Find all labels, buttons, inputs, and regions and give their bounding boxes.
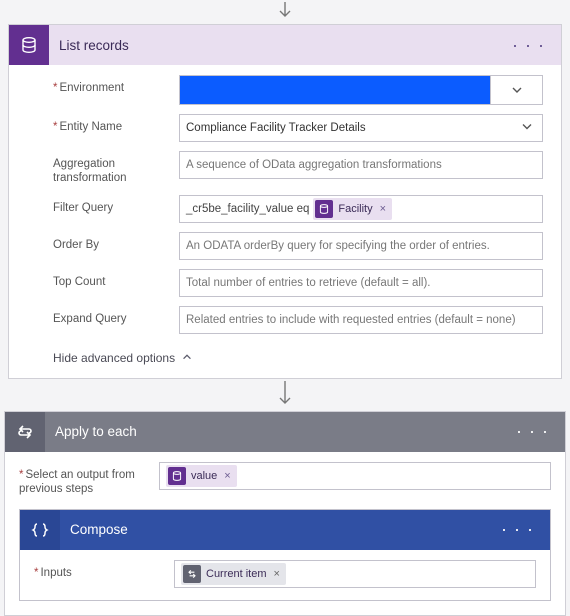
environment-row: *Environment: [53, 75, 543, 105]
chevron-down-icon[interactable]: [490, 76, 542, 104]
list-records-header[interactable]: List records · · ·: [9, 25, 561, 65]
compose-body: *Inputs Current item: [20, 550, 550, 600]
braces-icon: [20, 510, 60, 550]
apply-to-each-body: *Select an output from previous steps va…: [5, 452, 565, 615]
expand-query-row: Expand Query Related entries to include …: [53, 306, 543, 334]
top-count-input[interactable]: Total number of entries to retrieve (def…: [179, 269, 543, 297]
filter-query-row: Filter Query _cr5be_facility_value eq Fa…: [53, 195, 543, 223]
filter-query-prefix: _cr5be_facility_value eq: [186, 203, 309, 215]
token-remove-icon[interactable]: ×: [378, 203, 386, 215]
compose-card: Compose · · · *Inputs: [19, 509, 551, 601]
compose-inputs-row: *Inputs Current item: [34, 560, 536, 588]
apply-to-each-title: Apply to each: [55, 424, 137, 439]
token-remove-icon[interactable]: ×: [222, 470, 230, 482]
current-item-token[interactable]: Current item ×: [181, 563, 286, 585]
order-by-row: Order By An ODATA orderBy query for spec…: [53, 232, 543, 260]
compose-inputs-input[interactable]: Current item ×: [174, 560, 536, 588]
chevron-down-icon: [520, 120, 534, 137]
order-by-input[interactable]: An ODATA orderBy query for specifying th…: [179, 232, 543, 260]
select-output-input[interactable]: value ×: [159, 462, 551, 490]
entity-name-row: *Entity Name Compliance Facility Tracker…: [53, 114, 543, 142]
list-records-menu-button[interactable]: · · ·: [506, 31, 551, 60]
database-icon: [168, 467, 186, 485]
loop-icon: [5, 412, 45, 452]
list-records-card: List records · · · *Environment *Entity …: [8, 24, 562, 379]
token-remove-icon[interactable]: ×: [272, 568, 280, 580]
connector-arrow-mid: [0, 379, 570, 411]
compose-menu-button[interactable]: · · ·: [495, 515, 540, 544]
top-count-row: Top Count Total number of entries to ret…: [53, 269, 543, 297]
list-records-body: *Environment *Entity Name Compliance Fac…: [9, 65, 561, 378]
expand-query-input[interactable]: Related entries to include with requeste…: [179, 306, 543, 334]
hide-advanced-toggle[interactable]: Hide advanced options: [53, 347, 193, 370]
apply-to-each-card: Apply to each · · · *Select an output fr…: [4, 411, 566, 616]
filter-query-input[interactable]: _cr5be_facility_value eq Facility ×: [179, 195, 543, 223]
connector-arrow-in: [0, 0, 570, 24]
apply-to-each-header[interactable]: Apply to each · · ·: [5, 412, 565, 452]
select-output-row: *Select an output from previous steps va…: [19, 462, 551, 497]
compose-title: Compose: [70, 522, 128, 537]
compose-header[interactable]: Compose · · ·: [20, 510, 550, 550]
aggregation-input[interactable]: A sequence of OData aggregation transfor…: [179, 151, 543, 179]
environment-select[interactable]: [179, 75, 543, 105]
loop-icon: [183, 565, 201, 583]
database-icon: [9, 25, 49, 65]
value-token[interactable]: value ×: [166, 465, 237, 487]
entity-name-select[interactable]: Compliance Facility Tracker Details: [179, 114, 543, 142]
environment-value: [180, 76, 490, 104]
chevron-up-icon: [181, 351, 193, 366]
apply-to-each-menu-button[interactable]: · · ·: [510, 417, 555, 446]
aggregation-row: Aggregation transformation A sequence of…: [53, 151, 543, 186]
database-icon: [315, 200, 333, 218]
list-records-title: List records: [59, 38, 129, 53]
facility-token[interactable]: Facility ×: [313, 198, 392, 220]
entity-name-value: Compliance Facility Tracker Details: [186, 122, 366, 134]
